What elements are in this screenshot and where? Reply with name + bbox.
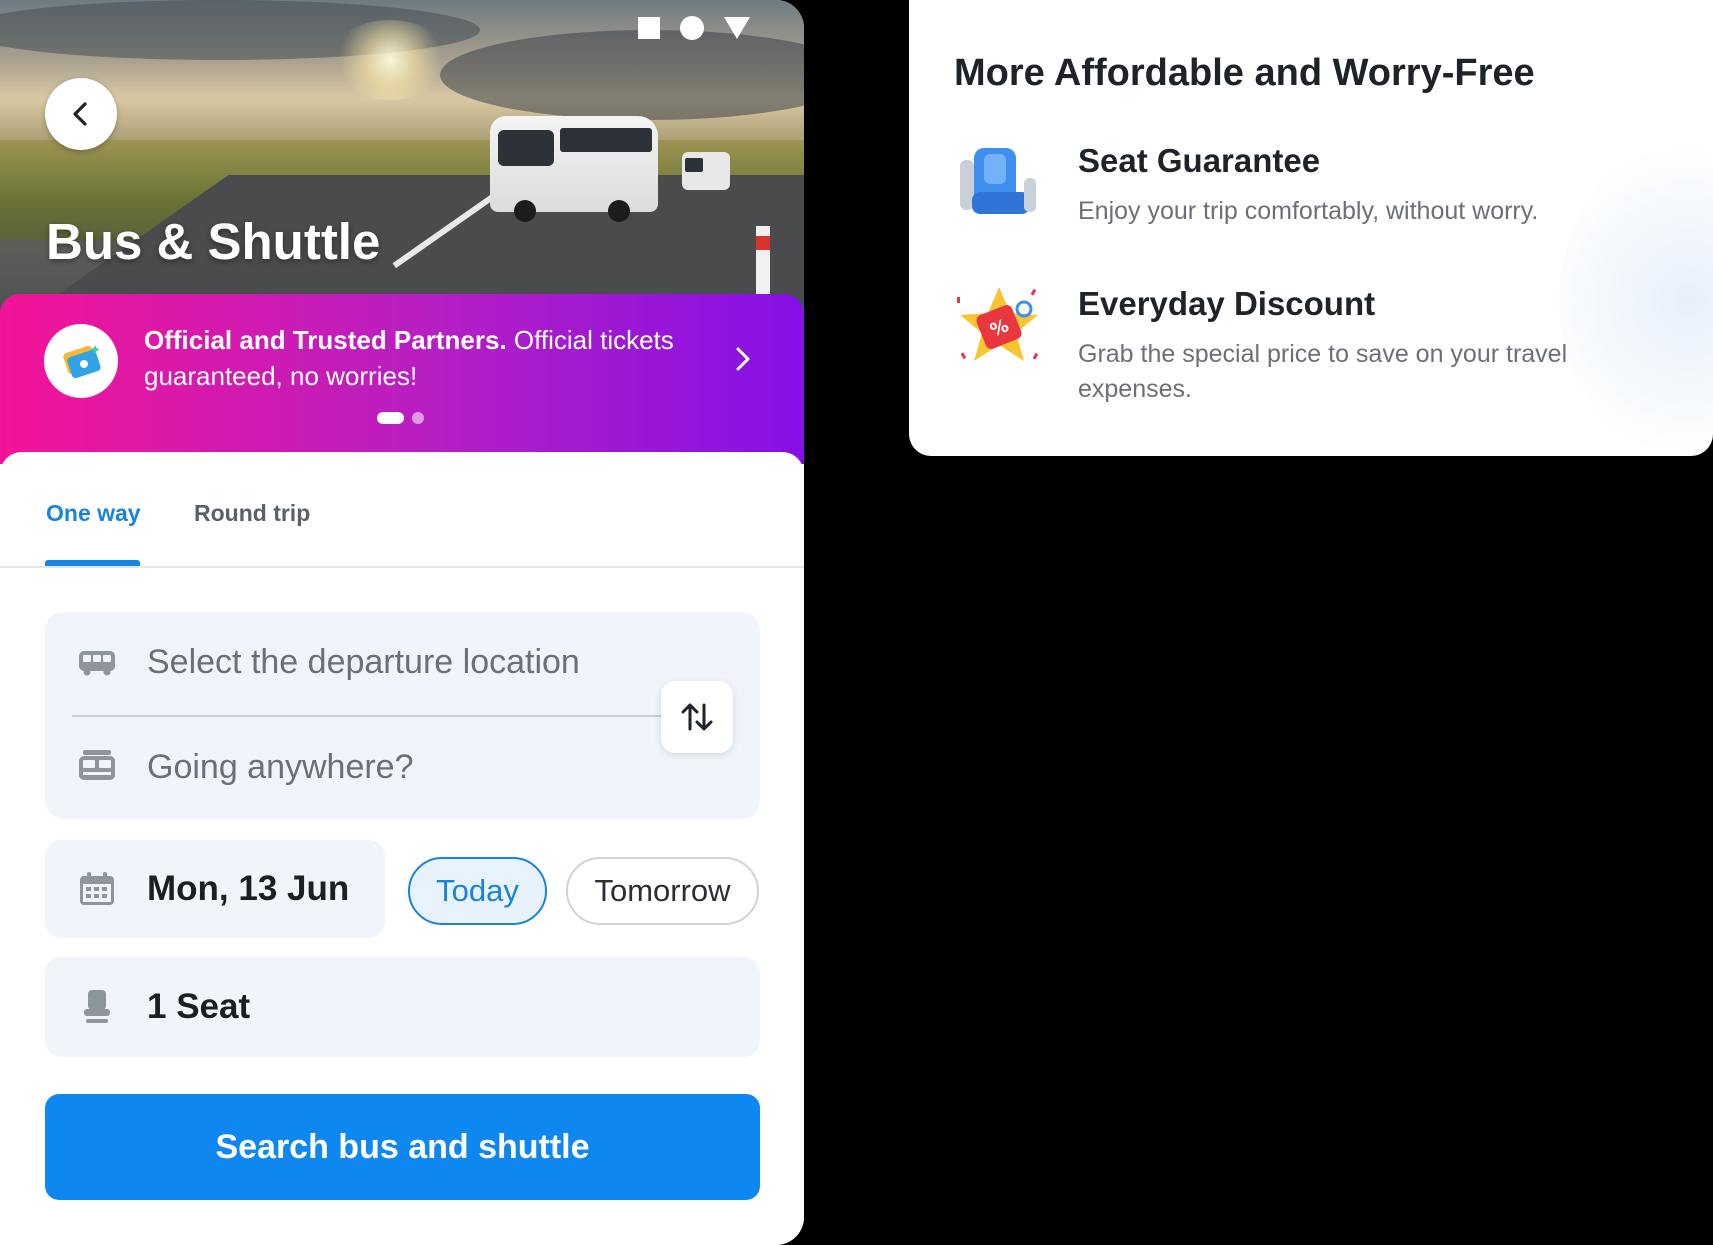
tab-round-trip[interactable]: Round trip xyxy=(194,500,310,527)
bus-shuttle-screen: Bus & Shuttle Official and Trusted Partn… xyxy=(0,0,804,1245)
today-chip[interactable]: Today xyxy=(408,857,547,925)
seat-icon xyxy=(954,140,1044,230)
departure-field[interactable]: Select the departure location xyxy=(45,612,760,712)
cloud xyxy=(440,30,804,120)
triangle-icon xyxy=(724,17,750,39)
active-tab-indicator xyxy=(45,560,140,566)
search-card: One way Round trip Select the departure … xyxy=(0,452,804,1245)
date-value: Mon, 13 Jun xyxy=(147,869,350,908)
chevron-right-icon xyxy=(736,347,750,371)
destination-field[interactable]: Going anywhere? xyxy=(45,717,760,817)
swap-locations-button[interactable] xyxy=(661,681,733,753)
partners-banner[interactable]: Official and Trusted Partners. Official … xyxy=(0,294,804,464)
feature-title: Everyday Discount xyxy=(1078,285,1376,322)
swap-arrows-icon xyxy=(681,703,713,731)
circle-icon xyxy=(680,16,704,40)
destination-input[interactable]: Going anywhere? xyxy=(147,748,414,787)
banner-bold-text: Official and Trusted Partners. xyxy=(144,325,507,355)
bus xyxy=(490,116,658,222)
tomorrow-chip[interactable]: Tomorrow xyxy=(566,857,759,925)
calendar-icon xyxy=(73,871,121,907)
hero-image: Bus & Shuttle xyxy=(0,0,804,330)
bus-front-icon xyxy=(73,648,121,676)
chevron-left-icon xyxy=(73,102,87,126)
seat-icon xyxy=(73,989,121,1025)
back-button[interactable] xyxy=(45,78,117,150)
discount-tag-icon: % xyxy=(954,283,1044,373)
benefits-card: More Affordable and Worry-Free Seat Guar… xyxy=(909,0,1713,456)
search-button[interactable]: Search bus and shuttle xyxy=(45,1094,760,1200)
feature-description: Grab the special price to save on your t… xyxy=(1078,340,1568,403)
page-title: Bus & Shuttle xyxy=(46,213,381,270)
banner-text: Official and Trusted Partners. Official … xyxy=(144,322,704,394)
departure-input[interactable]: Select the departure location xyxy=(147,643,580,682)
feature-description: Enjoy your trip comfortably, without wor… xyxy=(1078,197,1539,225)
location-fields: Select the departure location Going anyw… xyxy=(45,612,760,819)
ticket-icon xyxy=(44,324,118,398)
carousel-dots xyxy=(377,412,424,424)
tab-one-way[interactable]: One way xyxy=(46,500,141,527)
bus-far xyxy=(682,152,730,190)
carousel-dot-active[interactable] xyxy=(377,412,404,424)
road-post xyxy=(756,226,770,296)
seat-count: 1 Seat xyxy=(147,987,251,1026)
carousel-dot[interactable] xyxy=(412,412,424,424)
benefits-title: More Affordable and Worry-Free xyxy=(954,52,1535,94)
trip-type-tabs: One way Round trip xyxy=(0,452,804,568)
sun xyxy=(330,20,450,100)
date-field[interactable]: Mon, 13 Jun xyxy=(45,840,385,938)
feature-title: Seat Guarantee xyxy=(1078,142,1321,179)
decorative-shape xyxy=(1559,140,1713,456)
system-nav-icons xyxy=(638,16,750,40)
square-icon xyxy=(638,17,660,39)
seat-field[interactable]: 1 Seat xyxy=(45,957,760,1057)
bus-icon xyxy=(73,749,121,785)
